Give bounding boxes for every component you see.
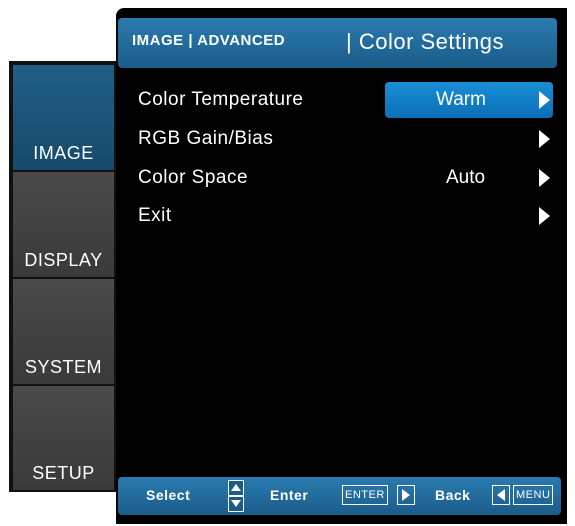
breadcrumb: IMAGE | ADVANCED <box>132 32 286 49</box>
tab-image-label: IMAGE <box>33 143 94 163</box>
enter-key-icon: ENTER <box>342 485 388 505</box>
tab-system-label: SYSTEM <box>24 357 102 377</box>
arrow-right-icon[interactable] <box>539 91 550 109</box>
select-hint-label: Select <box>146 487 191 503</box>
enter-hint-label: Enter <box>270 487 309 503</box>
down-arrow-icon <box>228 496 244 512</box>
tab-display-label: DISPLAY <box>24 250 103 270</box>
sidebar: IMAGE DISPLAY SYSTEM SETUP <box>9 61 116 492</box>
arrow-right-icon[interactable] <box>539 130 550 148</box>
menu-item-rgb-gain-bias[interactable]: RGB Gain/Bias <box>138 122 558 156</box>
tab-setup[interactable]: SETUP <box>13 386 114 490</box>
help-bar: Select Enter ENTER Back MENU <box>118 477 561 515</box>
right-arrow-key-icon <box>397 485 415 505</box>
page-title: | Color Settings <box>346 29 505 54</box>
arrow-right-icon[interactable] <box>539 169 550 187</box>
up-down-icon <box>228 480 244 512</box>
menu-item-value: Auto <box>446 167 486 188</box>
menu-item-label: Color Space <box>138 167 249 188</box>
menu-item-value: Warm <box>436 89 486 110</box>
up-arrow-icon <box>228 480 244 496</box>
tab-display[interactable]: DISPLAY <box>13 172 114 277</box>
menu-item-label: RGB Gain/Bias <box>138 128 274 149</box>
menu-item-color-temperature[interactable]: Color Temperature Warm <box>138 83 558 117</box>
menu-key-icon: MENU <box>513 485 554 505</box>
tab-image[interactable]: IMAGE <box>13 65 114 170</box>
tab-setup-label: SETUP <box>32 463 95 483</box>
menu-header: IMAGE | ADVANCED | Color Settings <box>118 18 557 68</box>
arrow-right-icon[interactable] <box>539 207 550 225</box>
left-arrow-key-icon <box>492 485 510 505</box>
tab-system[interactable]: SYSTEM <box>13 279 114 384</box>
menu-item-exit[interactable]: Exit <box>138 199 558 233</box>
menu-item-label: Color Temperature <box>138 89 304 110</box>
menu-item-label: Exit <box>138 205 172 226</box>
menu-item-color-space[interactable]: Color Space Auto <box>138 161 558 195</box>
back-hint-label: Back <box>435 487 471 503</box>
